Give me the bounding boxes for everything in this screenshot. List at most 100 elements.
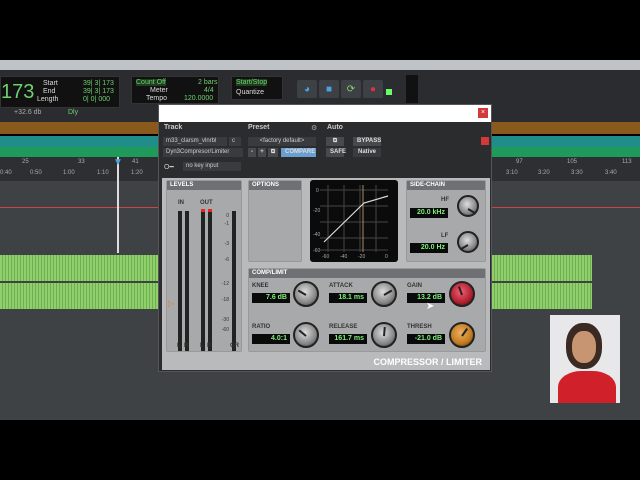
bypass-button[interactable]: BYPASS	[353, 137, 381, 146]
gain-label: GAIN	[407, 283, 422, 289]
lf-value[interactable]: 20.0 Hz	[410, 243, 448, 253]
in-label: IN	[178, 200, 184, 206]
meter-value[interactable]: 4/4	[204, 87, 214, 94]
playhead-cursor[interactable]	[117, 157, 119, 253]
quantize-panel: Start/Stop Quantize	[231, 76, 283, 100]
meter-scale: 0 -1 -3 -6 -12 -18 -30 -60	[221, 213, 229, 333]
time-marker: 3:10	[506, 170, 518, 176]
channel-selector[interactable]: c	[229, 137, 241, 146]
mouse-cursor-icon: ➤	[426, 301, 435, 312]
presenter-face	[572, 331, 596, 363]
lr-label: R	[207, 343, 212, 349]
input-trim-marker-icon[interactable]: ▷	[168, 299, 174, 308]
options-section: OPTIONS	[248, 180, 302, 262]
safe-button[interactable]: SAFE	[326, 148, 346, 157]
count-off-button[interactable]: Count Off	[136, 79, 166, 86]
time-marker: 1:00	[63, 170, 75, 176]
online-button[interactable]: ◕	[297, 80, 317, 98]
quantize-dropdown[interactable]: Quantize	[236, 89, 264, 96]
end-value[interactable]: 39| 3| 173	[83, 88, 114, 95]
options-title: OPTIONS	[249, 181, 301, 190]
master-meter	[406, 75, 418, 103]
start-label: Start	[43, 80, 58, 87]
counter-panel: 173 Start End Length 39| 3| 173 39| 3| 1…	[0, 76, 120, 108]
release-value[interactable]: 161.7 ms	[329, 334, 367, 344]
start-value[interactable]: 39| 3| 173	[83, 80, 114, 87]
ratio-knob[interactable]	[293, 322, 319, 348]
next-preset-button[interactable]: +	[258, 148, 266, 157]
bottom-letterbox	[0, 420, 640, 480]
stop-button[interactable]: ■	[319, 80, 339, 98]
automation-icon[interactable]: ⧉	[326, 137, 344, 146]
bar-marker: 25	[22, 159, 29, 165]
tempo-value[interactable]: 120.0000	[184, 95, 213, 102]
bar-marker: 105	[567, 159, 578, 165]
gain-reduction-meter	[232, 211, 236, 351]
insert-selector[interactable]: Dyn3Compresor/Limiter	[163, 148, 243, 157]
webcam-overlay	[550, 315, 620, 403]
thresh-value[interactable]: -21.0 dB	[407, 334, 445, 344]
y-tick: -40	[313, 232, 321, 238]
key-input-selector[interactable]: no key input	[183, 162, 241, 171]
time-marker: 0:40	[0, 170, 12, 176]
bar-marker: 41	[132, 159, 139, 165]
attack-knob[interactable]	[371, 281, 397, 307]
x-tick: 0	[385, 254, 388, 260]
levels-section: LEVELS IN OUT 0 -1 -3 -6 -12 -18 -30 -60 ▷ L…	[166, 180, 242, 352]
bar-marker: 113	[622, 159, 632, 165]
playhead-marker-icon[interactable]: ▼	[113, 157, 123, 168]
lr-label: R	[184, 343, 189, 349]
compare-button[interactable]: COMPARE	[281, 148, 316, 157]
plugin-title-bar[interactable]: ×	[159, 105, 491, 122]
bar-marker: 33	[78, 159, 85, 165]
native-button[interactable]: Native	[353, 148, 381, 157]
preset-label: Preset	[248, 124, 270, 131]
time-marker: 0:50	[30, 170, 42, 176]
copy-icon[interactable]: ⧉	[268, 148, 278, 157]
thresh-label: THRESH	[407, 324, 432, 330]
attack-value[interactable]: 18.1 ms	[329, 293, 367, 303]
start-stop-button[interactable]: Start/Stop	[236, 79, 268, 86]
length-value[interactable]: 0| 0| 000	[83, 96, 110, 103]
bars-value[interactable]: 2 bars	[198, 79, 217, 86]
x-tick: -20	[358, 254, 366, 260]
attack-label: ATTACK	[329, 283, 353, 289]
time-marker: 3:20	[538, 170, 550, 176]
output-meter-l	[201, 211, 205, 351]
auto-label: Auto	[327, 124, 343, 131]
hf-label: HF	[441, 197, 449, 203]
time-marker: 3:30	[571, 170, 583, 176]
y-tick: -20	[313, 208, 321, 214]
y-tick: -60	[313, 248, 321, 254]
db-readout: +32.6 db	[14, 109, 42, 116]
ratio-value[interactable]: 4.0:1	[252, 334, 290, 344]
lf-knob[interactable]	[457, 231, 479, 253]
side-chain-title: SIDE-CHAIN	[407, 181, 485, 190]
tempo-panel: Count Off Meter Tempo 2 bars 4/4 120.000…	[131, 76, 219, 104]
hf-knob[interactable]	[457, 195, 479, 217]
clip-indicator[interactable]	[481, 137, 489, 145]
bar-marker: 97	[516, 159, 523, 165]
menu-bar	[0, 60, 640, 70]
track-selector[interactable]: m33_clarsm_vlnrbl	[163, 137, 227, 146]
settings-gear-icon[interactable]: ⚙	[311, 124, 317, 132]
lr-label: L	[200, 343, 204, 349]
close-icon[interactable]: ×	[478, 108, 488, 118]
previous-preset-button[interactable]: -	[248, 148, 256, 157]
time-marker: 1:20	[131, 170, 143, 176]
preset-selector[interactable]: <factory default>	[248, 137, 316, 146]
knee-knob[interactable]	[293, 281, 319, 307]
knee-value[interactable]: 7.6 dB	[252, 293, 290, 303]
hf-value[interactable]: 20.0 kHz	[410, 208, 448, 218]
input-meter-l	[178, 211, 182, 351]
curve-svg	[320, 185, 389, 252]
output-meter-r	[208, 211, 212, 351]
delay-button[interactable]: Dly	[68, 109, 78, 116]
record-button[interactable]: ●	[363, 80, 383, 98]
gain-knob[interactable]	[449, 281, 475, 307]
loop-play-button[interactable]: ⟳	[341, 80, 361, 98]
knee-label: KNEE	[252, 283, 269, 289]
release-knob[interactable]	[371, 322, 397, 348]
thresh-knob[interactable]	[449, 322, 475, 348]
clip-led	[201, 209, 205, 212]
